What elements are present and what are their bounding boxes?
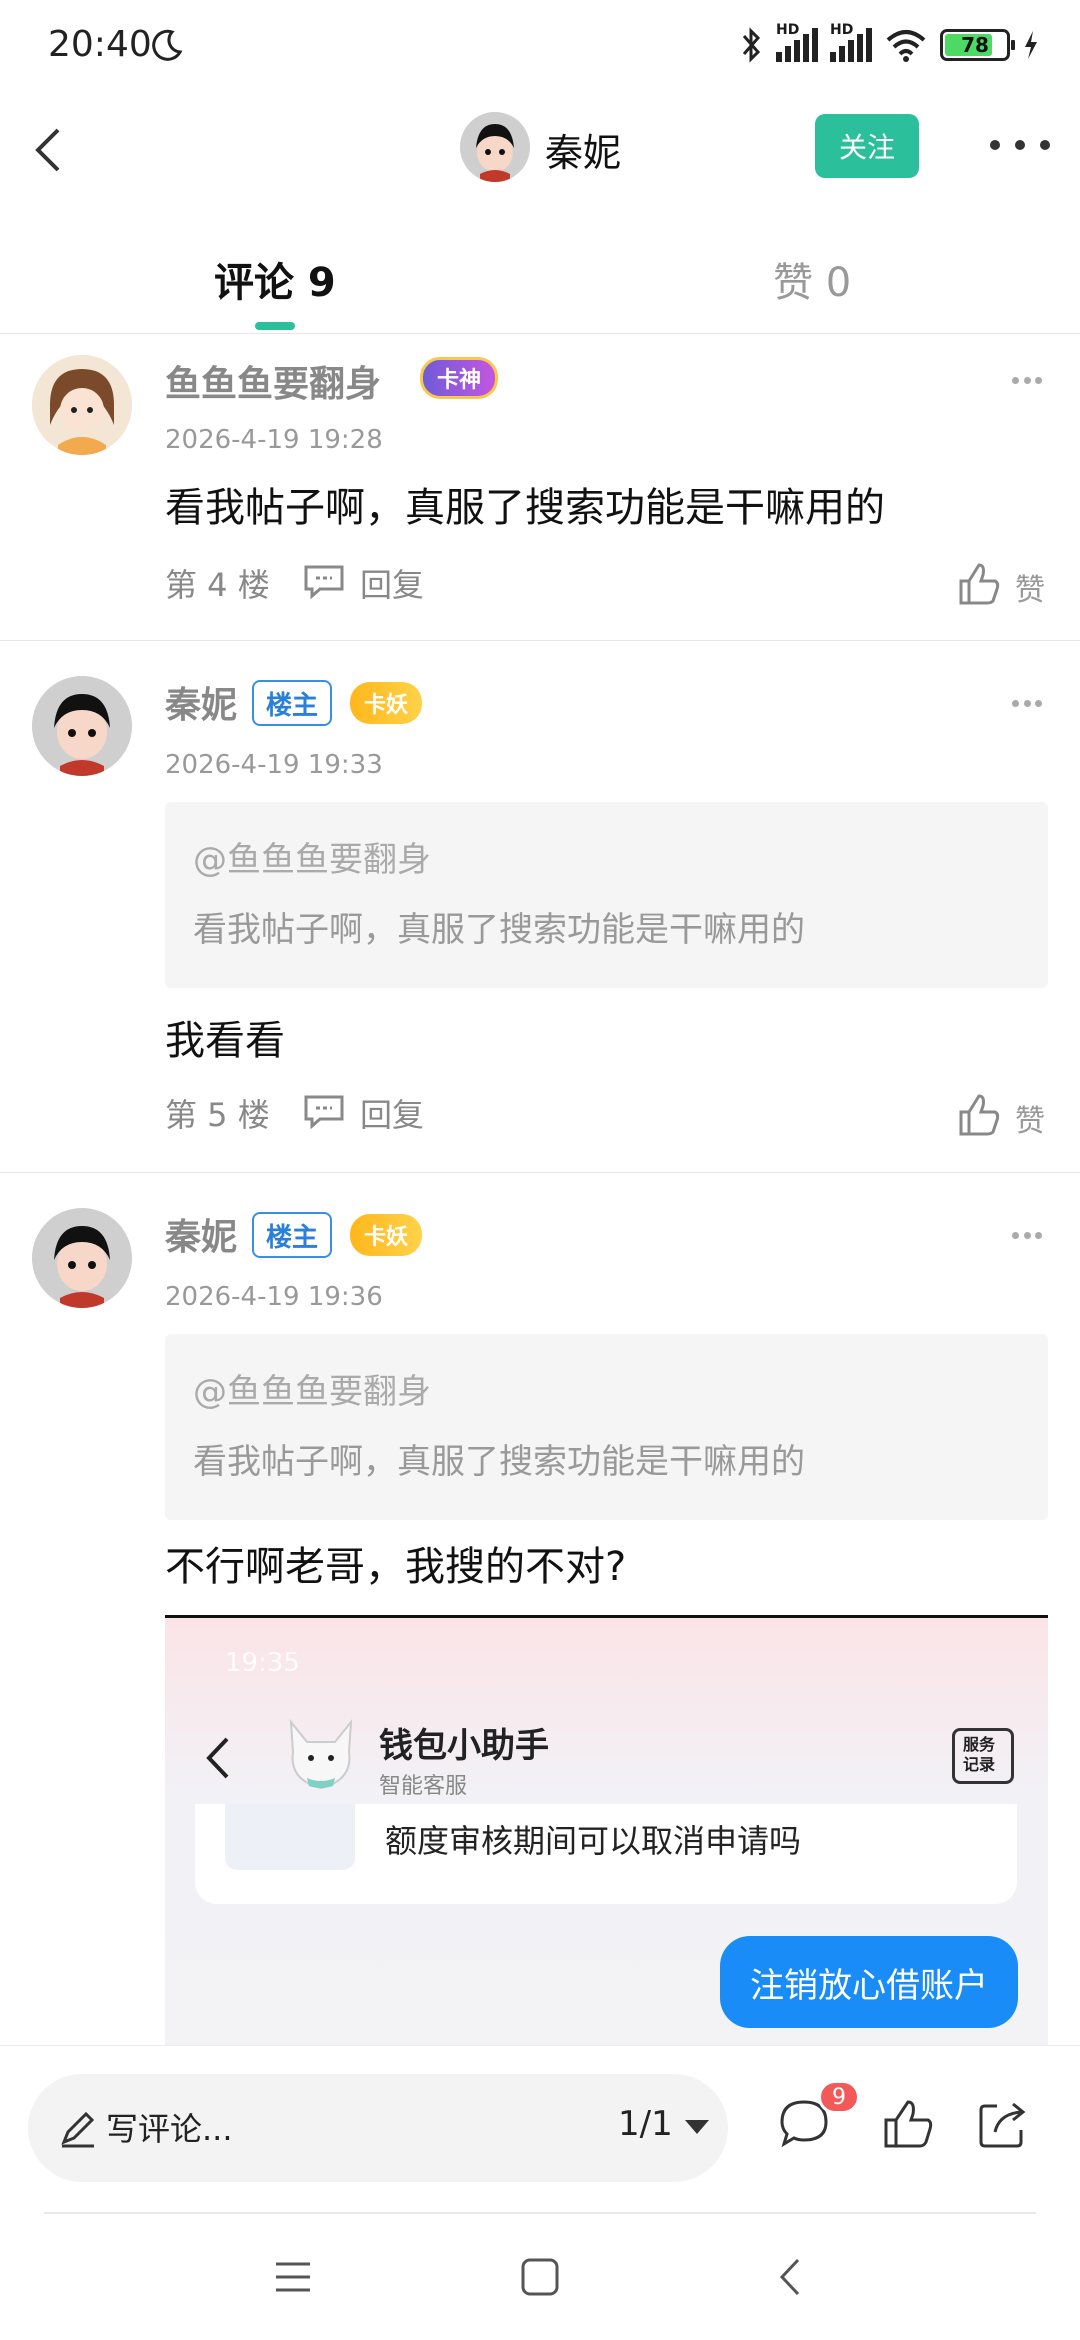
more-options-icon[interactable] [990, 130, 1050, 160]
divider [0, 640, 1080, 641]
wifi-icon [886, 30, 926, 62]
reply-icon[interactable] [302, 563, 346, 599]
comment-username[interactable]: 秦妮 [165, 676, 237, 728]
signal-icon: HD [776, 22, 818, 62]
home-icon[interactable] [517, 2254, 563, 2300]
rank-badge: 卡妖 [350, 1214, 423, 1256]
comment-text: 看我帖子啊，真服了搜索功能是干嘛用的 [165, 485, 885, 531]
avatar[interactable] [32, 1208, 132, 1308]
comment-item: 秦妮 楼主 卡妖 2026-4-19 19:33 @鱼鱼鱼要翻身 看我帖子啊，真… [0, 660, 1080, 1170]
avatar[interactable] [460, 112, 530, 182]
comment-time: 2026-4-19 19:33 [165, 750, 383, 780]
bluetooth-icon [742, 27, 761, 63]
quoted-text: 看我帖子啊，真服了搜索功能是干嘛用的 [193, 910, 805, 950]
comment-time: 2026-4-19 19:36 [165, 1282, 383, 1312]
header-username[interactable]: 秦妮 [545, 122, 621, 177]
comment-input-placeholder: 写评论... [106, 2110, 233, 2148]
image-title: 钱包小助手 [379, 1726, 549, 1766]
comment-item: 鱼鱼鱼要翻身 卡神 2026-4-19 19:28 看我帖子啊，真服了搜索功能是… [0, 335, 1080, 640]
battery-icon: 78 [940, 29, 1015, 61]
image-subtitle: 智能客服 [379, 1774, 468, 1799]
tab-bar: 评论 9 赞 0 [0, 240, 1080, 334]
reply-button[interactable]: 回复 [360, 1090, 424, 1136]
chevron-down-icon[interactable] [685, 2120, 709, 2134]
status-time: 20:40 [48, 24, 152, 65]
service-record-icon: 服务 记录 [952, 1728, 1014, 1784]
comment-item: 秦妮 楼主 卡妖 2026-4-19 19:36 @鱼鱼鱼要翻身 看我帖子啊，真… [0, 1192, 1080, 1622]
tab-comments[interactable]: 评论 9 [214, 250, 336, 308]
comment-text: 我看看 [165, 1018, 285, 1064]
page-indicator[interactable]: 1/1 [618, 2104, 673, 2144]
image-question-card: 额度审核期间可以取消申请吗 [195, 1804, 1017, 1904]
pen-icon [61, 2111, 95, 2148]
comment-count-badge: 9 [818, 2080, 860, 2114]
comment-username[interactable]: 秦妮 [165, 1208, 237, 1260]
service-record-label: 服务 记录 [963, 1735, 996, 1774]
back-icon[interactable] [768, 2254, 814, 2300]
floor-number: 第 4 楼 [165, 566, 270, 604]
quoted-comment[interactable]: @鱼鱼鱼要翻身 看我帖子啊，真服了搜索功能是干嘛用的 [165, 1334, 1048, 1520]
like-icon[interactable] [957, 561, 1001, 607]
image-card-thumbnail [225, 1804, 355, 1870]
op-badge: 楼主 [252, 680, 332, 726]
back-button[interactable] [22, 118, 82, 182]
image-card-text: 额度审核期间可以取消申请吗 [385, 1822, 802, 1860]
menu-icon[interactable] [270, 2254, 316, 2300]
like-icon[interactable] [957, 1092, 1001, 1138]
floor-number: 第 5 楼 [165, 1096, 270, 1134]
op-badge: 楼主 [252, 1212, 332, 1258]
bottom-action-bar: 写评论... 1/1 9 [0, 2045, 1080, 2215]
status-bar: 20:40 HD HD 78 [0, 0, 1080, 100]
like-button[interactable]: 赞 [1015, 565, 1045, 609]
comment-input[interactable]: 写评论... 1/1 [28, 2074, 728, 2182]
like-icon[interactable] [880, 2096, 936, 2152]
like-button[interactable]: 赞 [1015, 1096, 1045, 1140]
avatar[interactable] [32, 676, 132, 776]
tab-indicator [255, 322, 295, 330]
comment-time: 2026-4-19 19:28 [165, 425, 383, 455]
divider [0, 1172, 1080, 1173]
signal-icon-2: HD [830, 22, 872, 62]
rank-badge: 卡妖 [350, 682, 423, 724]
comment-image[interactable]: 19:35 钱包小助手 智能客服 服务 记录 额度审核期间可以取消申请吗 注销放… [165, 1615, 1048, 2045]
avatar[interactable] [32, 355, 132, 455]
image-chat-bubble: 注销放心借账户 [720, 1936, 1018, 2028]
share-icon[interactable] [975, 2096, 1031, 2152]
tab-likes[interactable]: 赞 0 [773, 250, 851, 308]
comment-more-icon[interactable] [1012, 1232, 1042, 1242]
reply-icon[interactable] [302, 1093, 346, 1129]
comment-more-icon[interactable] [1012, 377, 1042, 387]
mascot-icon [289, 1718, 353, 1790]
rank-badge: 卡神 [420, 357, 499, 399]
quoted-text: 看我帖子啊，真服了搜索功能是干嘛用的 [193, 1442, 805, 1482]
quoted-comment[interactable]: @鱼鱼鱼要翻身 看我帖子啊，真服了搜索功能是干嘛用的 [165, 802, 1048, 988]
image-status-time: 19:35 [225, 1648, 300, 1678]
comment-username[interactable]: 鱼鱼鱼要翻身 [165, 355, 381, 407]
quoted-username: @鱼鱼鱼要翻身 [193, 1372, 431, 1412]
moon-icon [152, 29, 183, 61]
charging-icon [1025, 31, 1037, 59]
status-icons: HD HD 78 [740, 22, 1040, 64]
follow-button[interactable]: 关注 [815, 114, 919, 178]
quoted-username: @鱼鱼鱼要翻身 [193, 840, 431, 880]
header: 秦妮 关注 [0, 100, 1080, 200]
system-nav-bar [0, 2214, 1080, 2340]
comment-text: 不行啊老哥，我搜的不对? [165, 1544, 627, 1590]
image-back-icon [206, 1737, 229, 1779]
reply-button[interactable]: 回复 [360, 560, 424, 606]
comment-more-icon[interactable] [1012, 700, 1042, 710]
